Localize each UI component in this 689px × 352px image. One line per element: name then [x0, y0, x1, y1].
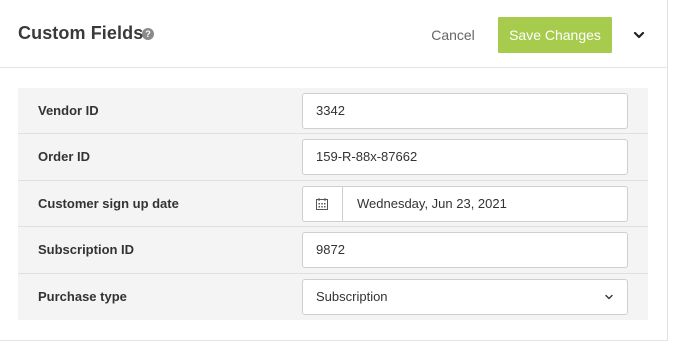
purchase-type-select[interactable]: Subscription [302, 278, 628, 315]
chevron-down-icon [633, 31, 645, 39]
save-changes-button[interactable]: Save Changes [498, 17, 612, 53]
fields-list: Vendor ID 3342 Order ID 159-R-88x-87662 … [18, 88, 648, 320]
cancel-button[interactable]: Cancel [420, 24, 486, 46]
field-row-order-id: Order ID 159-R-88x-87662 [18, 134, 648, 181]
calendar-icon [316, 197, 328, 210]
custom-fields-panel: Custom Fields ? Cancel Save Changes Vend… [0, 0, 668, 341]
field-label: Order ID [38, 149, 91, 165]
panel-header: Custom Fields ? Cancel Save Changes [0, 0, 668, 68]
vendor-id-input[interactable]: 3342 [302, 93, 628, 129]
field-row-vendor-id: Vendor ID 3342 [18, 88, 648, 135]
chevron-down-icon [605, 294, 613, 299]
calendar-button[interactable] [303, 186, 343, 221]
date-value: Wednesday, Jun 23, 2021 [357, 195, 507, 211]
field-row-subscription-id: Subscription ID 9872 [18, 227, 648, 274]
field-row-purchase-type: Purchase type Subscription [18, 273, 648, 320]
field-label: Subscription ID [38, 242, 135, 258]
subscription-id-input[interactable]: 9872 [302, 232, 628, 269]
select-value: Subscription [316, 288, 388, 304]
field-label: Vendor ID [38, 103, 99, 118]
field-row-sign-up-date: Customer sign up date Wednesday, Jun 23,… [18, 180, 648, 228]
field-label: Customer sign up date [38, 195, 179, 211]
sign-up-date-picker[interactable]: Wednesday, Jun 23, 2021 [302, 185, 628, 222]
help-icon[interactable]: ? [142, 28, 154, 40]
page-title: Custom Fields [18, 23, 144, 43]
order-id-input[interactable]: 159-R-88x-87662 [302, 139, 628, 176]
field-label: Purchase type [38, 288, 127, 304]
more-options-button[interactable] [628, 24, 650, 46]
